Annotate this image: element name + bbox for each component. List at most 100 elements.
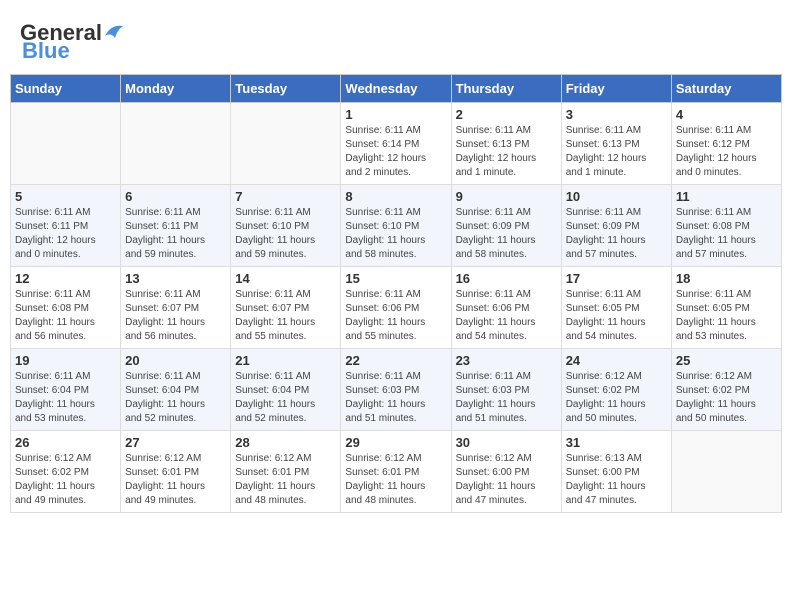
day-info: Sunrise: 6:11 AMSunset: 6:04 PMDaylight:… (235, 370, 336, 426)
day-number: 3 (566, 107, 667, 122)
day-info: Sunrise: 6:11 AMSunset: 6:09 PMDaylight:… (456, 206, 557, 262)
daylight-hours: Daylight: 11 hours (235, 481, 315, 492)
sunset-time: Sunset: 6:08 PM (676, 221, 750, 232)
day-info-continuation: and 49 minutes. (15, 495, 86, 506)
day-info: Sunrise: 6:11 AMSunset: 6:05 PMDaylight:… (566, 288, 667, 344)
weekday-header-row: SundayMondayTuesdayWednesdayThursdayFrid… (11, 75, 782, 103)
day-info-continuation: and 59 minutes. (125, 249, 196, 260)
sunset-time: Sunset: 6:06 PM (456, 303, 530, 314)
calendar-day-cell: 31Sunrise: 6:13 AMSunset: 6:00 PMDayligh… (561, 431, 671, 513)
day-info-continuation: and 58 minutes. (456, 249, 527, 260)
daylight-hours: Daylight: 12 hours (676, 153, 757, 164)
day-number: 31 (566, 435, 667, 450)
daylight-hours: Daylight: 12 hours (566, 153, 647, 164)
sunrise-time: Sunrise: 6:11 AM (456, 371, 531, 382)
day-number: 4 (676, 107, 777, 122)
sunrise-time: Sunrise: 6:11 AM (566, 289, 641, 300)
day-info-continuation: and 53 minutes. (676, 331, 747, 342)
sunrise-time: Sunrise: 6:12 AM (125, 453, 201, 464)
day-info-continuation: and 1 minute. (456, 167, 517, 178)
calendar-day-cell: 16Sunrise: 6:11 AMSunset: 6:06 PMDayligh… (451, 267, 561, 349)
day-info-continuation: and 55 minutes. (345, 331, 416, 342)
day-info-continuation: and 48 minutes. (235, 495, 306, 506)
calendar-day-cell: 7Sunrise: 6:11 AMSunset: 6:10 PMDaylight… (231, 185, 341, 267)
calendar-day-cell: 19Sunrise: 6:11 AMSunset: 6:04 PMDayligh… (11, 349, 121, 431)
day-info: Sunrise: 6:11 AM Sunset: 6:06 PM Daylight:… (456, 288, 557, 344)
sunrise-time: Sunrise: 6:12 AM (235, 453, 311, 464)
sunset-time: Sunset: 6:06 PM (345, 303, 419, 314)
sunrise-time: Sunrise: 6:13 AM (566, 453, 642, 464)
day-number: 8 (345, 189, 446, 204)
calendar-day-cell: 28Sunrise: 6:12 AMSunset: 6:01 PMDayligh… (231, 431, 341, 513)
daylight-hours: Daylight: 11 hours (235, 317, 315, 328)
day-info: Sunrise: 6:11 AMSunset: 6:13 PMDaylight:… (456, 124, 557, 180)
day-number: 2 (456, 107, 557, 122)
sunrise-time: Sunrise: 6:12 AM (456, 453, 532, 464)
daylight-hours: Daylight: 11 hours (566, 235, 646, 246)
sunset-time: Sunset: 6:07 PM (125, 303, 199, 314)
day-info-continuation: and 56 minutes. (15, 331, 86, 342)
day-number: 27 (125, 435, 226, 450)
calendar-day-cell: 8Sunrise: 6:11 AMSunset: 6:10 PMDaylight… (341, 185, 451, 267)
sunrise-time: Sunrise: 6:11 AM (456, 289, 531, 300)
day-number: 17 (566, 271, 667, 286)
day-info-continuation: and 54 minutes. (566, 331, 637, 342)
daylight-hours: Daylight: 11 hours (456, 317, 536, 328)
calendar-day-cell: 14Sunrise: 6:11 AMSunset: 6:07 PMDayligh… (231, 267, 341, 349)
daylight-hours: Daylight: 12 hours (456, 153, 537, 164)
calendar-day-cell: 13Sunrise: 6:11 AMSunset: 6:07 PMDayligh… (121, 267, 231, 349)
daylight-hours: Daylight: 11 hours (566, 481, 646, 492)
calendar-day-cell: 4Sunrise: 6:11 AMSunset: 6:12 PMDaylight… (671, 103, 781, 185)
sunset-time: Sunset: 6:11 PM (125, 221, 198, 232)
day-info: Sunrise: 6:11 AMSunset: 6:08 PMDaylight:… (676, 206, 777, 262)
day-number: 11 (676, 189, 777, 204)
empty-cell (121, 103, 231, 185)
sunrise-time: Sunrise: 6:11 AM (676, 289, 751, 300)
daylight-hours: Daylight: 11 hours (125, 235, 205, 246)
sunrise-time: Sunrise: 6:11 AM (345, 207, 420, 218)
sunrise-time: Sunrise: 6:11 AM (345, 289, 420, 300)
calendar-day-cell: 23Sunrise: 6:11 AMSunset: 6:03 PMDayligh… (451, 349, 561, 431)
calendar-day-cell: 30Sunrise: 6:12 AMSunset: 6:00 PMDayligh… (451, 431, 561, 513)
page-header: General Blue (10, 10, 782, 69)
weekday-header-sunday: Sunday (11, 75, 121, 103)
day-info: Sunrise: 6:11 AMSunset: 6:10 PMDaylight:… (235, 206, 336, 262)
sunrise-time: Sunrise: 6:11 AM (456, 125, 531, 136)
sunset-time: Sunset: 6:04 PM (15, 385, 89, 396)
sunset-time: Sunset: 6:09 PM (566, 221, 640, 232)
daylight-hours: Daylight: 11 hours (566, 399, 646, 410)
day-number: 5 (15, 189, 116, 204)
daylight-hours: Daylight: 11 hours (456, 399, 536, 410)
day-info-continuation: and 53 minutes. (15, 413, 86, 424)
daylight-hours: Daylight: 11 hours (125, 317, 205, 328)
day-info: Sunrise: 6:11 AMSunset: 6:07 PMDaylight:… (235, 288, 336, 344)
sunrise-time: Sunrise: 6:11 AM (15, 207, 90, 218)
daylight-hours: Daylight: 11 hours (235, 399, 315, 410)
daylight-hours: Daylight: 11 hours (676, 235, 756, 246)
day-info-continuation: and 58 minutes. (345, 249, 416, 260)
calendar-day-cell: 25Sunrise: 6:12 AMSunset: 6:02 PMDayligh… (671, 349, 781, 431)
logo: General Blue (20, 20, 125, 64)
sunrise-time: Sunrise: 6:11 AM (15, 289, 90, 300)
weekday-header-tuesday: Tuesday (231, 75, 341, 103)
calendar-day-cell: 20Sunrise: 6:11 AMSunset: 6:04 PMDayligh… (121, 349, 231, 431)
sunset-time: Sunset: 6:14 PM (345, 139, 419, 150)
weekday-header-friday: Friday (561, 75, 671, 103)
sunrise-time: Sunrise: 6:12 AM (676, 371, 752, 382)
logo-bird-icon (103, 22, 125, 40)
daylight-hours: Daylight: 11 hours (15, 399, 95, 410)
calendar-day-cell: 2 Sunrise: 6:11 AMSunset: 6:13 PMDaylight… (451, 103, 561, 185)
day-number: 28 (235, 435, 336, 450)
calendar-week-row: 26Sunrise: 6:12 AMSunset: 6:02 PMDayligh… (11, 431, 782, 513)
day-info-continuation: and 52 minutes. (235, 413, 306, 424)
sunrise-time: Sunrise: 6:11 AM (125, 371, 200, 382)
calendar-day-cell: 15Sunrise: 6:11 AMSunset: 6:06 PMDayligh… (341, 267, 451, 349)
day-info: Sunrise: 6:11 AMSunset: 6:06 PMDaylight:… (345, 288, 446, 344)
day-info-continuation: and 59 minutes. (235, 249, 306, 260)
calendar-day-cell: 1Sunrise: 6:11 AMSunset: 6:14 PMDaylight… (341, 103, 451, 185)
sunrise-time: Sunrise: 6:11 AM (235, 289, 310, 300)
sunrise-time: Sunrise: 6:11 AM (566, 125, 641, 136)
day-number: 25 (676, 353, 777, 368)
day-number: 1 (345, 107, 446, 122)
day-number: 18 (676, 271, 777, 286)
